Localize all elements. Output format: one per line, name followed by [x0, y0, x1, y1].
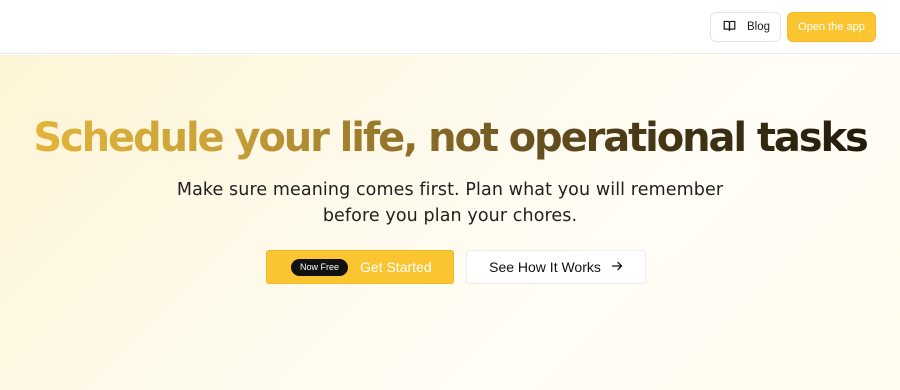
see-how-it-works-label: See How It Works — [489, 259, 601, 275]
arrow-right-icon — [611, 259, 623, 275]
hero-subtitle-line-2: before you plan your chores. — [322, 206, 578, 226]
hero-section: Schedule your life, not operational task… — [0, 55, 900, 390]
book-open-icon — [723, 19, 736, 35]
get-started-button[interactable]: Now Free Get Started — [266, 250, 454, 284]
landing-page: Blog Open the app Schedule your life, no… — [0, 0, 900, 390]
open-app-label: Open the app — [798, 21, 865, 33]
see-how-it-works-button[interactable]: See How It Works — [466, 250, 646, 284]
hero-subtitle-line-1: Make sure meaning comes first. Plan what… — [176, 180, 724, 200]
blog-label: Blog — [747, 21, 771, 33]
open-app-button[interactable]: Open the app — [787, 12, 876, 42]
blog-button[interactable]: Blog — [710, 12, 781, 42]
now-free-badge: Now Free — [291, 258, 349, 276]
hero-subtitle: Make sure meaning comes first. Plan what… — [150, 177, 750, 229]
hero-title: Schedule your life, not operational task… — [0, 113, 900, 163]
get-started-label: Get Started — [360, 259, 432, 275]
top-navbar: Blog Open the app — [0, 0, 900, 54]
